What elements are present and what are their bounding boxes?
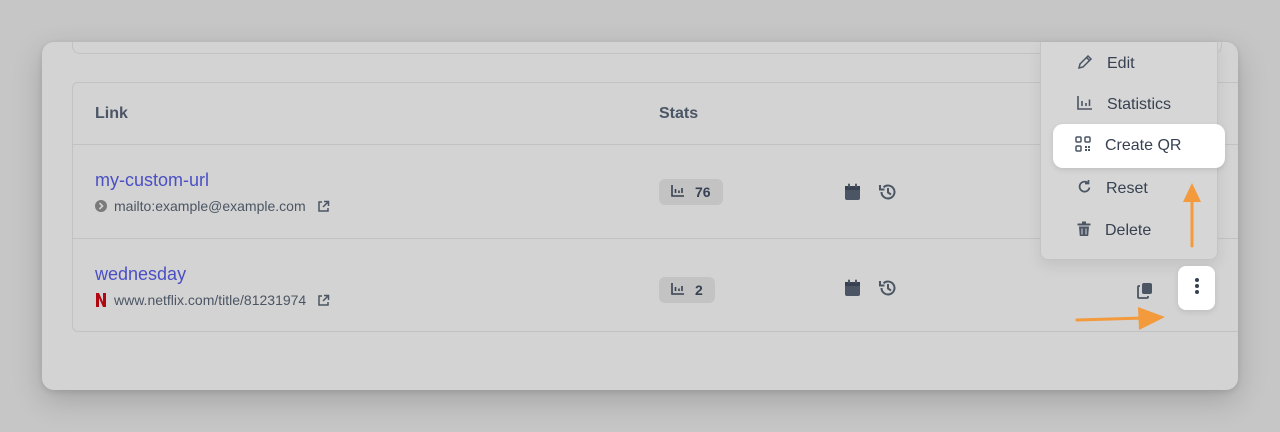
menu-item-label: Edit [1107,55,1135,72]
visits-badge[interactable]: 76 [659,179,723,205]
menu-item-label: Statistics [1107,96,1172,113]
more-actions-button[interactable] [1178,266,1215,310]
column-header-link: Link [95,105,128,122]
external-link-icon[interactable] [317,200,330,213]
visits-count: 2 [695,282,703,298]
kebab-icon [1194,277,1200,300]
target-url-text[interactable]: mailto:example@example.com [114,198,306,214]
menu-item-label: Delete [1105,222,1152,239]
short-link-slug[interactable]: my-custom-url [95,170,209,191]
chevron-circle-icon [95,200,107,212]
history-icon[interactable] [878,182,898,202]
visits-count: 76 [695,184,711,200]
target-url-text[interactable]: www.netflix.com/title/81231974 [114,292,306,308]
bar-chart-icon [1077,95,1093,115]
netflix-logo-icon [95,293,107,307]
target-url: www.netflix.com/title/81231974 [95,292,330,308]
annotation-arrow-right [1075,307,1165,330]
short-link-slug[interactable]: wednesday [95,264,186,285]
copy-icon[interactable] [1137,282,1153,299]
menu-item-create-qr[interactable]: Create QR [1053,124,1225,168]
menu-item-statistics[interactable]: Statistics [1055,83,1225,127]
calendar-icon[interactable] [844,183,861,201]
pencil-icon [1077,54,1093,75]
column-header-stats: Stats [659,105,699,122]
bar-chart-icon [671,184,685,200]
external-link-icon[interactable] [317,294,330,307]
target-url: mailto:example@example.com [95,198,330,214]
reset-icon [1077,179,1092,199]
menu-item-edit[interactable]: Edit [1055,42,1225,86]
menu-item-label: Create QR [1105,137,1182,154]
visits-badge[interactable]: 2 [659,277,715,303]
menu-item-label: Reset [1106,180,1148,197]
qr-code-icon [1075,135,1091,157]
calendar-icon[interactable] [844,279,861,297]
bar-chart-icon [671,282,685,298]
annotation-arrow-up [1183,183,1201,248]
history-icon[interactable] [878,278,898,298]
trash-icon [1077,221,1091,242]
